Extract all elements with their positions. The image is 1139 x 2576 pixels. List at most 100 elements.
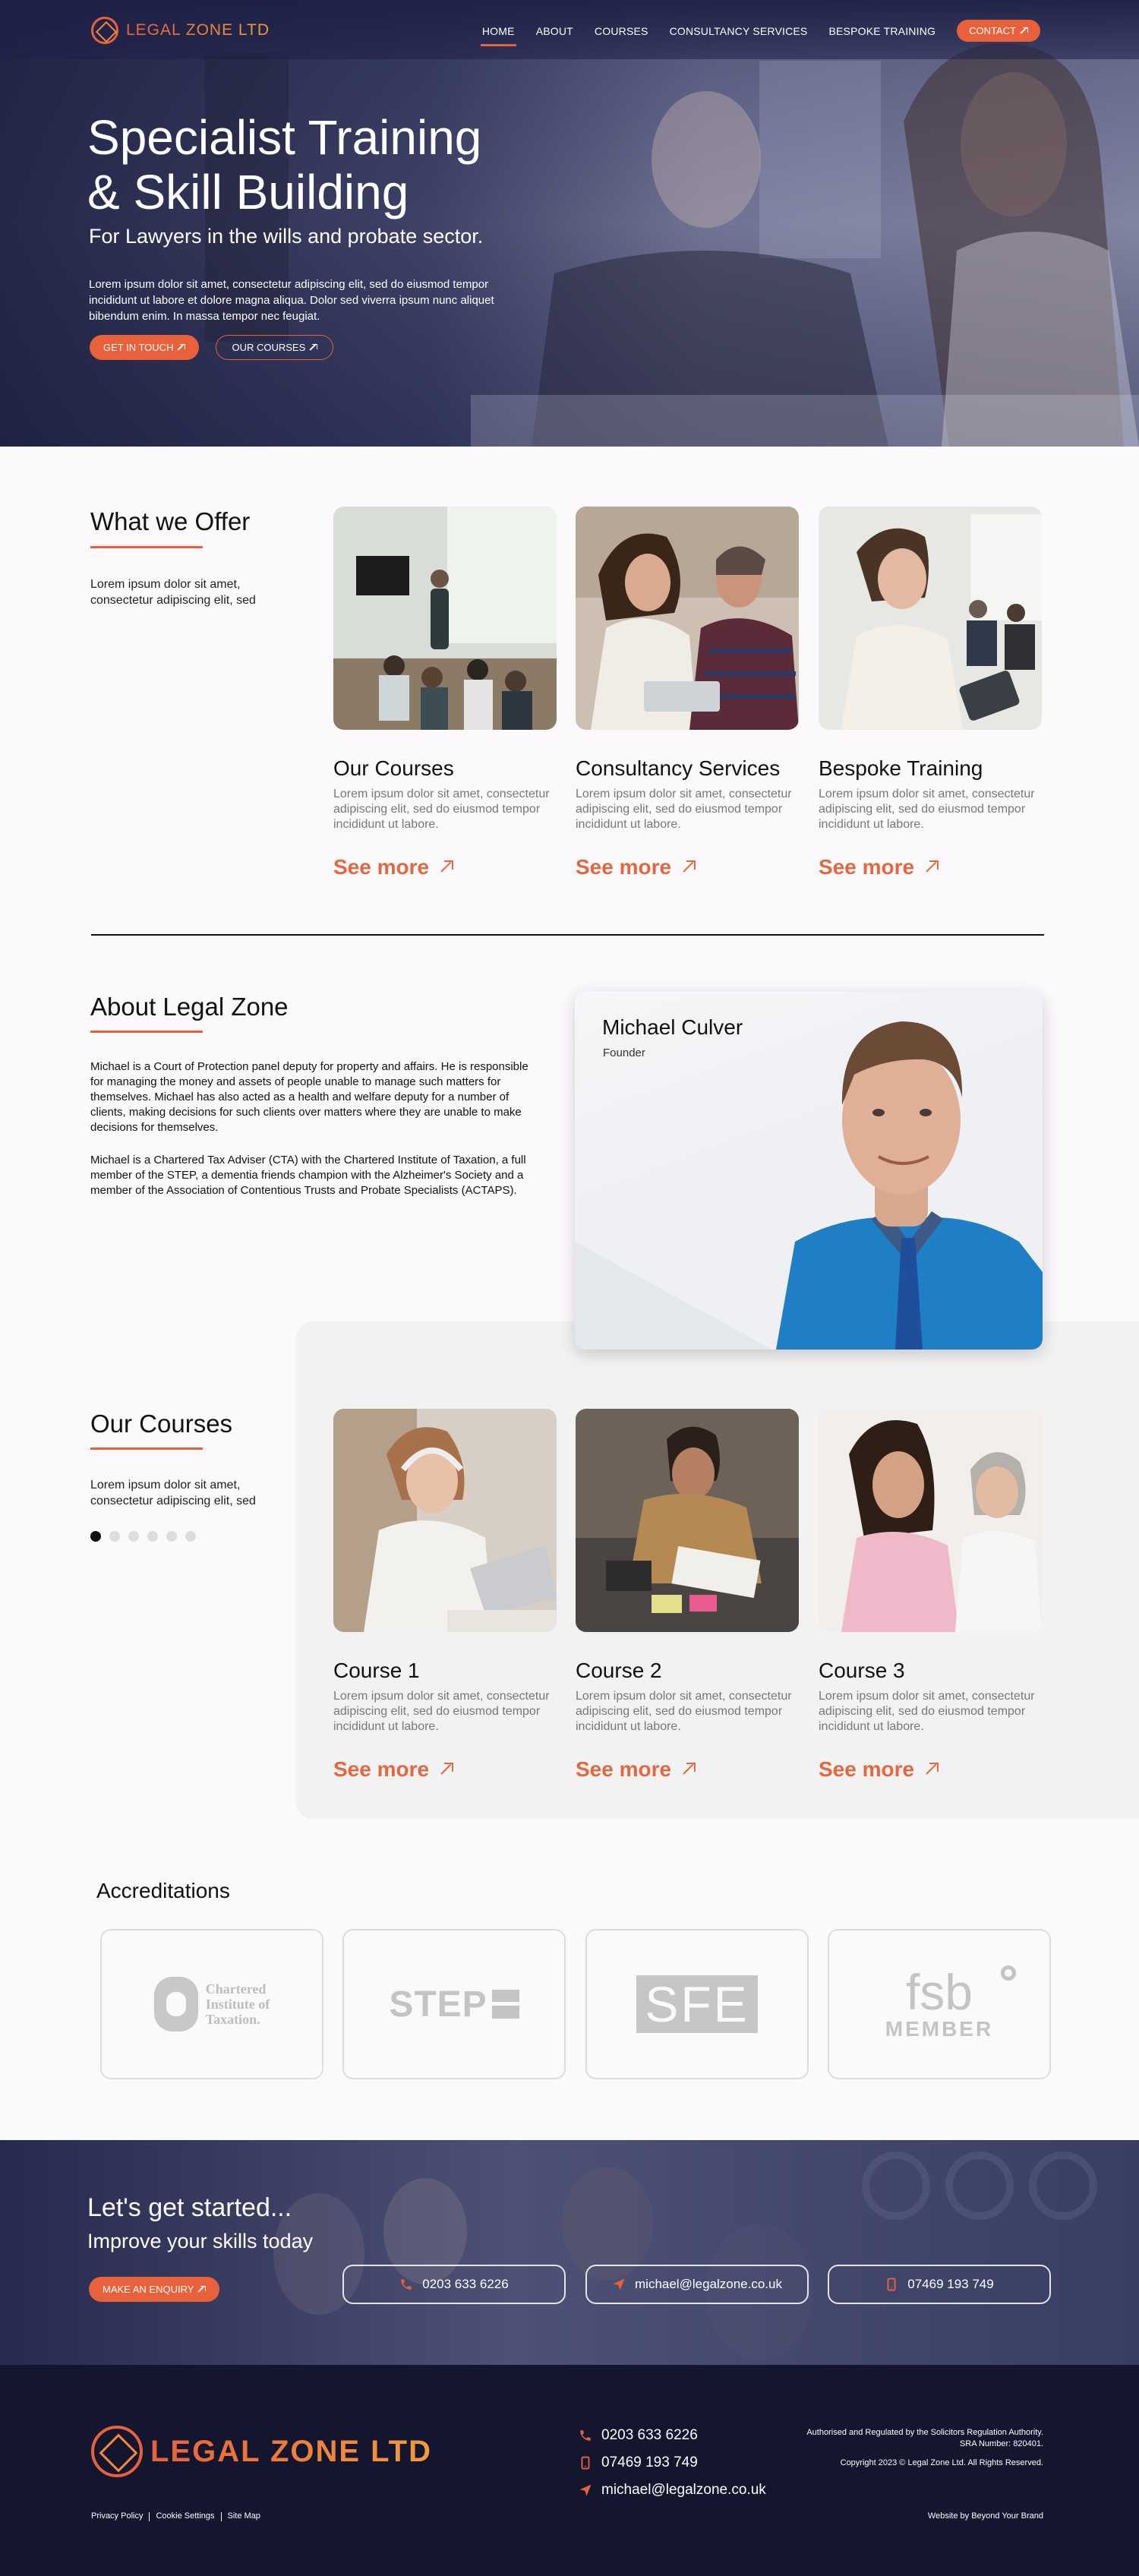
site-logo[interactable]: LEGAL ZONE LTD <box>91 17 270 44</box>
carousel-dot-3[interactable] <box>128 1531 139 1542</box>
mobile-contact-button[interactable]: 07469 193 749 <box>828 2265 1051 2304</box>
sfe-text: SFE <box>645 1976 749 2032</box>
site-footer: LEGAL ZONE LTD 0203 633 6226 07469 193 7… <box>0 2365 1139 2576</box>
footer-phone-number: 0203 633 6226 <box>601 2427 698 2443</box>
course-3-text: Lorem ipsum dolor sit amet, consectetur … <box>819 1690 1035 1733</box>
contact-button[interactable]: CONTACT <box>957 20 1040 42</box>
fsb-member-text: MEMBER <box>885 2017 994 2041</box>
link-separator <box>149 2512 150 2521</box>
courses-title: Our Courses <box>90 1410 233 1438</box>
ciot-line-1: Chartered <box>205 1981 267 1997</box>
nav-links: HOME ABOUT COURSES CONSULTANCY SERVICES … <box>480 20 1040 46</box>
nav-link-courses[interactable]: COURSES <box>595 25 648 37</box>
courses-see-more-link[interactable]: See more <box>333 855 454 879</box>
mobile-phone-icon <box>581 2456 590 2470</box>
fsb-text: fsb <box>905 1964 973 2020</box>
get-in-touch-button[interactable]: GET IN TOUCH <box>90 335 200 360</box>
arrow-up-right-icon <box>440 1763 454 1776</box>
hero-title-line-2: & Skill Building <box>87 165 409 219</box>
mobile-phone-icon <box>887 2278 896 2291</box>
about-title-underline <box>90 1031 203 1033</box>
get-in-touch-label: GET IN TOUCH <box>103 342 174 353</box>
copyright: Copyright 2023 © Legal Zone Ltd. All Rig… <box>840 2458 1043 2467</box>
arrow-up-right-icon <box>925 860 939 874</box>
sra-number: SRA Number: 820401. <box>959 2439 1043 2448</box>
accreditation-step-logo: STEP <box>342 1929 566 2079</box>
footer-links: Privacy Policy Cookie Settings Site Map <box>91 2511 260 2521</box>
nav-link-home[interactable]: HOME <box>480 25 516 46</box>
email-contact-button[interactable]: michael@legalzone.co.uk <box>585 2265 809 2304</box>
arrow-up-right-icon <box>1021 27 1028 35</box>
accreditation-ciot-logo: Chartered Institute of Taxation. <box>100 1929 323 2079</box>
hero-section: LEGAL ZONE LTD HOME ABOUT COURSES CONSUL… <box>0 0 1139 447</box>
consultancy-see-more-link[interactable]: See more <box>576 855 696 879</box>
phone-contact-button[interactable]: 0203 633 6226 <box>342 2265 566 2304</box>
nav-link-consultancy[interactable]: CONSULTANCY SERVICES <box>670 25 808 37</box>
nav-link-bespoke-training[interactable]: BESPOKE TRAINING <box>828 25 935 37</box>
carousel-dot-4[interactable] <box>147 1531 158 1542</box>
footer-mobile-number: 07469 193 749 <box>601 2454 698 2470</box>
course-2-text: Lorem ipsum dolor sit amet, consectetur … <box>576 1690 792 1733</box>
footer-logo-text: LEGAL ZONE LTD <box>150 2434 432 2468</box>
course-1-title: Course 1 <box>333 1659 420 1682</box>
offer-title-underline <box>90 546 203 548</box>
cookie-settings-link[interactable]: Cookie Settings <box>156 2511 214 2521</box>
courses-lead: Lorem ipsum dolor sit amet, consectetur … <box>90 1479 256 1507</box>
carousel-dot-1[interactable] <box>90 1531 101 1542</box>
nav-link-about[interactable]: ABOUT <box>536 25 573 37</box>
accreditations-title: Accreditations <box>96 1879 230 1902</box>
logo-emblem-icon <box>91 2426 143 2477</box>
footer-email-address: michael@legalzone.co.uk <box>601 2482 766 2498</box>
our-courses-button[interactable]: OUR COURSES <box>216 335 334 360</box>
website-credit-link[interactable]: Website by Beyond Your Brand <box>928 2511 1043 2521</box>
footer-phone[interactable]: 0203 633 6226 <box>579 2427 766 2444</box>
about-title: About Legal Zone <box>90 993 289 1021</box>
hero-title: Specialist Training & Skill Building <box>87 110 558 219</box>
carousel-dot-5[interactable] <box>166 1531 177 1542</box>
course-1-image[interactable] <box>333 1409 557 1632</box>
hero-background-image <box>0 0 1139 447</box>
carousel-dot-6[interactable] <box>185 1531 196 1542</box>
about-paragraph-1: Michael is a Court of Protection panel d… <box>90 1060 528 1134</box>
phone-icon <box>580 2430 591 2441</box>
get-started-section: Let's get started... Improve your skills… <box>0 2140 1139 2365</box>
hero-buttons: GET IN TOUCH OUR COURSES <box>90 335 334 360</box>
site-map-link[interactable]: Site Map <box>228 2511 260 2521</box>
courses-card-image[interactable] <box>333 507 557 730</box>
sra-statement: Authorised and Regulated by the Solicito… <box>806 2428 1043 2437</box>
offer-title: What we Offer <box>90 507 251 535</box>
step-emblem-icon <box>491 1990 519 2019</box>
privacy-policy-link[interactable]: Privacy Policy <box>91 2511 143 2521</box>
email-address: michael@legalzone.co.uk <box>635 2277 782 2291</box>
bespoke-see-more-link[interactable]: See more <box>819 855 939 879</box>
get-started-title: Let's get started... <box>87 2193 292 2222</box>
course-3-see-more-link[interactable]: See more <box>819 1757 939 1782</box>
bespoke-card-image[interactable] <box>819 507 1042 730</box>
make-an-enquiry-button[interactable]: MAKE AN ENQUIRY <box>89 2277 220 2302</box>
ciot-emblem-icon <box>153 1977 198 2031</box>
courses-card-text: Lorem ipsum dolor sit amet, consectetur … <box>333 788 550 831</box>
founder-name: Michael Culver <box>602 1015 743 1039</box>
logo-emblem-icon <box>91 17 118 44</box>
course-2-see-more-link[interactable]: See more <box>576 1757 696 1782</box>
footer-logo[interactable]: LEGAL ZONE LTD <box>91 2426 432 2477</box>
mobile-number: 07469 193 749 <box>907 2277 994 2291</box>
arrow-up-right-icon <box>310 343 318 352</box>
footer-email[interactable]: michael@legalzone.co.uk <box>579 2482 766 2499</box>
accreditation-sfe-logo: SFE <box>585 1929 809 2079</box>
send-icon <box>613 2278 625 2290</box>
carousel-dot-2[interactable] <box>109 1531 120 1542</box>
consultancy-card-text: Lorem ipsum dolor sit amet, consectetur … <box>576 788 792 831</box>
footer-mobile[interactable]: 07469 193 749 <box>579 2454 766 2471</box>
top-navigation: LEGAL ZONE LTD HOME ABOUT COURSES CONSUL… <box>0 0 1139 59</box>
logo-text: LEGAL ZONE LTD <box>126 21 270 39</box>
course-3-image[interactable] <box>819 1409 1042 1632</box>
course-1-see-more-link[interactable]: See more <box>333 1757 454 1782</box>
course-2-image[interactable] <box>576 1409 799 1632</box>
offer-lead: Lorem ipsum dolor sit amet, consectetur … <box>90 578 256 607</box>
courses-card-title: Our Courses <box>333 756 454 780</box>
see-more-label: See more <box>333 1757 430 1781</box>
hero-description: Lorem ipsum dolor sit amet, consectetur … <box>89 278 494 323</box>
consultancy-card-image[interactable] <box>576 507 799 730</box>
consultancy-card-title: Consultancy Services <box>576 756 781 780</box>
